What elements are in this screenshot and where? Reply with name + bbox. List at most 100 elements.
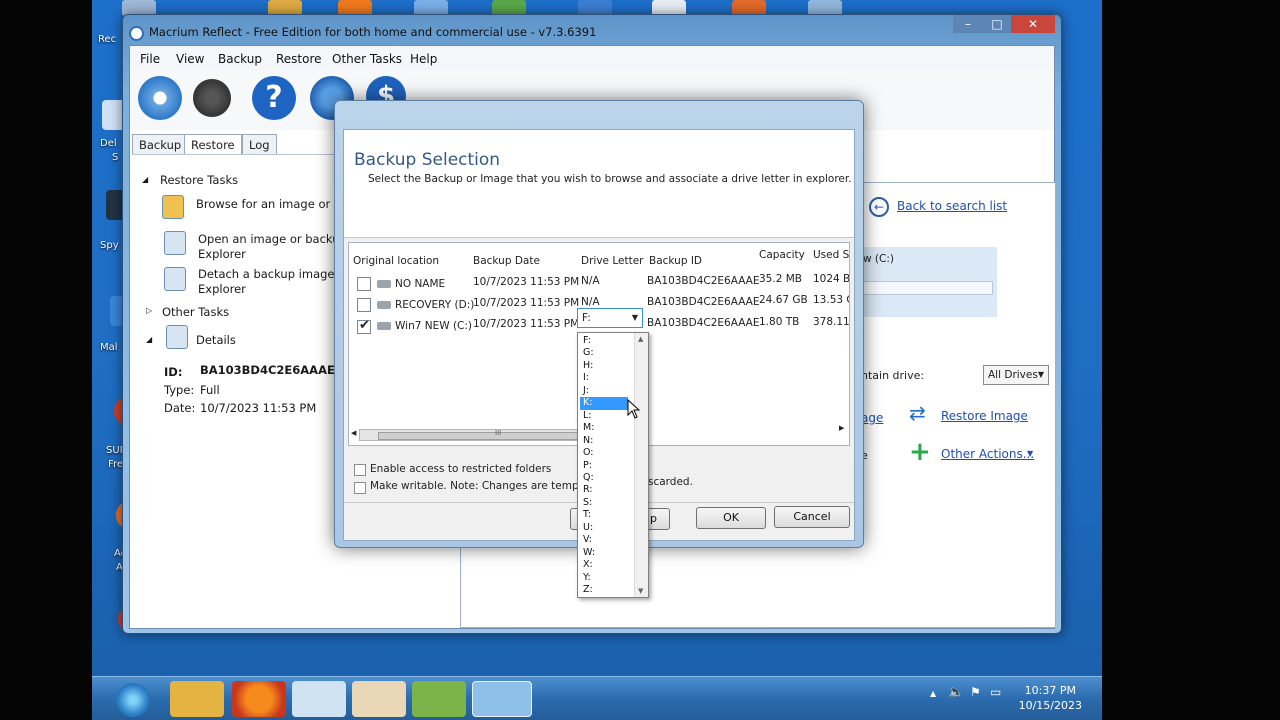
scroll-up-arrow-icon[interactable]: ▲ (638, 335, 643, 343)
scrollbar-thumb[interactable]: III (378, 429, 588, 440)
make-writable-checkbox[interactable] (354, 482, 366, 494)
scroll-left-arrow-icon[interactable]: ◀ (351, 429, 356, 437)
settings-gears-icon[interactable] (190, 76, 234, 120)
window-title: Macrium Reflect - Free Edition for both … (149, 25, 597, 39)
network-icon[interactable]: ▭ (990, 685, 1001, 699)
detach-image-task-line2[interactable]: Explorer (198, 282, 246, 296)
drive-option[interactable]: W: (580, 547, 628, 559)
restore-tasks-expander-icon[interactable]: ◢ (142, 175, 148, 184)
drive-option[interactable]: V: (580, 534, 628, 546)
row-location: Win7 NEW (C:) (395, 320, 473, 332)
cancel-button[interactable]: Cancel (774, 506, 850, 528)
drive-option[interactable]: I: (580, 372, 628, 384)
volume-icon[interactable]: 🔈 (948, 685, 964, 700)
details-header[interactable]: Details (196, 333, 236, 347)
detach-image-task[interactable]: Detach a backup image fr (198, 267, 347, 281)
row-used: 378.11 GB (813, 316, 850, 328)
drive-label-fragment: w (C:) (863, 253, 894, 265)
row-id: BA103BD4C2E6AAAE (647, 275, 760, 287)
drive-icon (377, 322, 391, 330)
back-arrow-icon[interactable]: ← (869, 197, 889, 217)
drive-option[interactable]: Y: (580, 572, 628, 584)
restore-image-link[interactable]: Restore Image (941, 409, 1028, 423)
column-drive-letter[interactable]: Drive Letter (581, 255, 643, 267)
help-icon[interactable]: ? (252, 76, 296, 120)
macrium-taskbar-icon[interactable] (472, 681, 532, 717)
menu-help[interactable]: Help (410, 52, 437, 66)
action-center-flag-icon[interactable]: ⚑ (970, 685, 981, 699)
drive-option[interactable]: P: (580, 460, 628, 472)
back-to-search-link[interactable]: Back to search list (897, 199, 1007, 213)
drive-option[interactable]: L: (580, 410, 628, 422)
enable-restricted-label[interactable]: Enable access to restricted folders (370, 463, 551, 475)
drive-option[interactable]: O: (580, 447, 628, 459)
browse-image-link-fragment[interactable]: age (861, 411, 883, 425)
tab-backup[interactable]: Backup (132, 134, 189, 154)
menu-file[interactable]: File (140, 52, 160, 66)
column-backup-date[interactable]: Backup Date (473, 255, 540, 267)
column-backup-id[interactable]: Backup ID (649, 255, 702, 267)
drive-option[interactable]: H: (580, 360, 628, 372)
drive-filter-select[interactable]: All Drives ▼ (983, 365, 1049, 385)
ok-button[interactable]: OK (696, 507, 766, 529)
drive-option[interactable]: M: (580, 422, 628, 434)
drive-letter-dropdown-list[interactable]: F: G: H: I: J: K: L: M: N: O: P: Q: R: S: T: U: V: W: X: Y:… (577, 332, 649, 598)
maximize-button[interactable]: □ (983, 15, 1011, 33)
row-checkbox[interactable] (357, 277, 371, 291)
drive-option[interactable]: R: (580, 484, 628, 496)
horizontal-scrollbar[interactable]: III (359, 429, 589, 441)
chevron-down-icon: ▼ (1037, 370, 1044, 379)
drive-option[interactable]: Q: (580, 472, 628, 484)
browse-image-task[interactable]: Browse for an image or ba (196, 197, 348, 211)
drive-option[interactable]: F: (580, 335, 628, 347)
scroll-right-arrow-icon[interactable]: ▶ (839, 424, 844, 432)
restore-tasks-header[interactable]: Restore Tasks (160, 173, 238, 187)
tab-log[interactable]: Log (242, 134, 277, 154)
open-image-task-line2[interactable]: Explorer (198, 247, 246, 261)
drive-option[interactable]: J: (580, 385, 628, 397)
tray-expand-icon[interactable]: ▲ (930, 689, 936, 698)
drive-letter-select[interactable]: F: ▼ (577, 308, 643, 328)
paint-taskbar-icon[interactable] (352, 681, 406, 717)
dropdown-scrollbar[interactable]: ▲ ▼ (634, 333, 648, 597)
system-clock[interactable]: 10:37 PM 10/15/2023 (1019, 683, 1082, 713)
other-tasks-expander-icon[interactable]: ▷ (146, 306, 152, 315)
menu-restore[interactable]: Restore (276, 52, 322, 66)
table-row[interactable]: NO NAME 10/7/2023 11:53 PM N/A BA103BD4C… (349, 273, 849, 293)
open-image-task[interactable]: Open an image or backup (198, 232, 347, 246)
details-expander-icon[interactable]: ◢ (146, 335, 152, 344)
drive-option[interactable]: K: (580, 397, 628, 410)
close-button[interactable]: ✕ (1011, 15, 1055, 33)
minimize-button[interactable]: – (953, 15, 983, 33)
drive-option[interactable]: Z: (580, 584, 628, 596)
drive-option[interactable]: U: (580, 522, 628, 534)
drive-option[interactable]: S: (580, 497, 628, 509)
other-tasks-header[interactable]: Other Tasks (162, 305, 229, 319)
make-writable-label[interactable]: Make writable. Note: Changes are tempora… (370, 480, 600, 492)
enable-restricted-checkbox[interactable] (354, 464, 366, 476)
open-image-icon (164, 231, 186, 255)
file-explorer-taskbar-icon[interactable] (170, 681, 224, 717)
row-checkbox-checked[interactable] (357, 318, 371, 334)
firefox-taskbar-icon[interactable] (232, 681, 286, 717)
control-panel-taskbar-icon[interactable] (412, 681, 466, 717)
start-button-icon[interactable] (116, 683, 150, 717)
column-capacity[interactable]: Capacity (759, 249, 805, 261)
menu-other-tasks[interactable]: Other Tasks (332, 52, 402, 66)
tab-restore[interactable]: Restore (184, 134, 242, 154)
drive-option[interactable]: N: (580, 435, 628, 447)
menu-backup[interactable]: Backup (218, 52, 262, 66)
drive-option[interactable]: G: (580, 347, 628, 359)
menu-view[interactable]: View (176, 52, 204, 66)
column-used-space[interactable]: Used Sp (813, 249, 849, 261)
column-original-location[interactable]: Original location (353, 255, 439, 267)
backup-disc-icon[interactable] (138, 76, 182, 120)
drive-option[interactable]: X: (580, 559, 628, 571)
drive-option[interactable]: T: (580, 509, 628, 521)
other-actions-link[interactable]: Other Actions... (941, 447, 1034, 461)
scroll-down-arrow-icon[interactable]: ▼ (638, 587, 643, 595)
notepad-taskbar-icon[interactable] (292, 681, 346, 717)
scrollbar-grip: III (495, 429, 502, 437)
other-actions-chevron-icon[interactable]: ▼ (1027, 449, 1033, 458)
row-checkbox[interactable] (357, 298, 371, 312)
